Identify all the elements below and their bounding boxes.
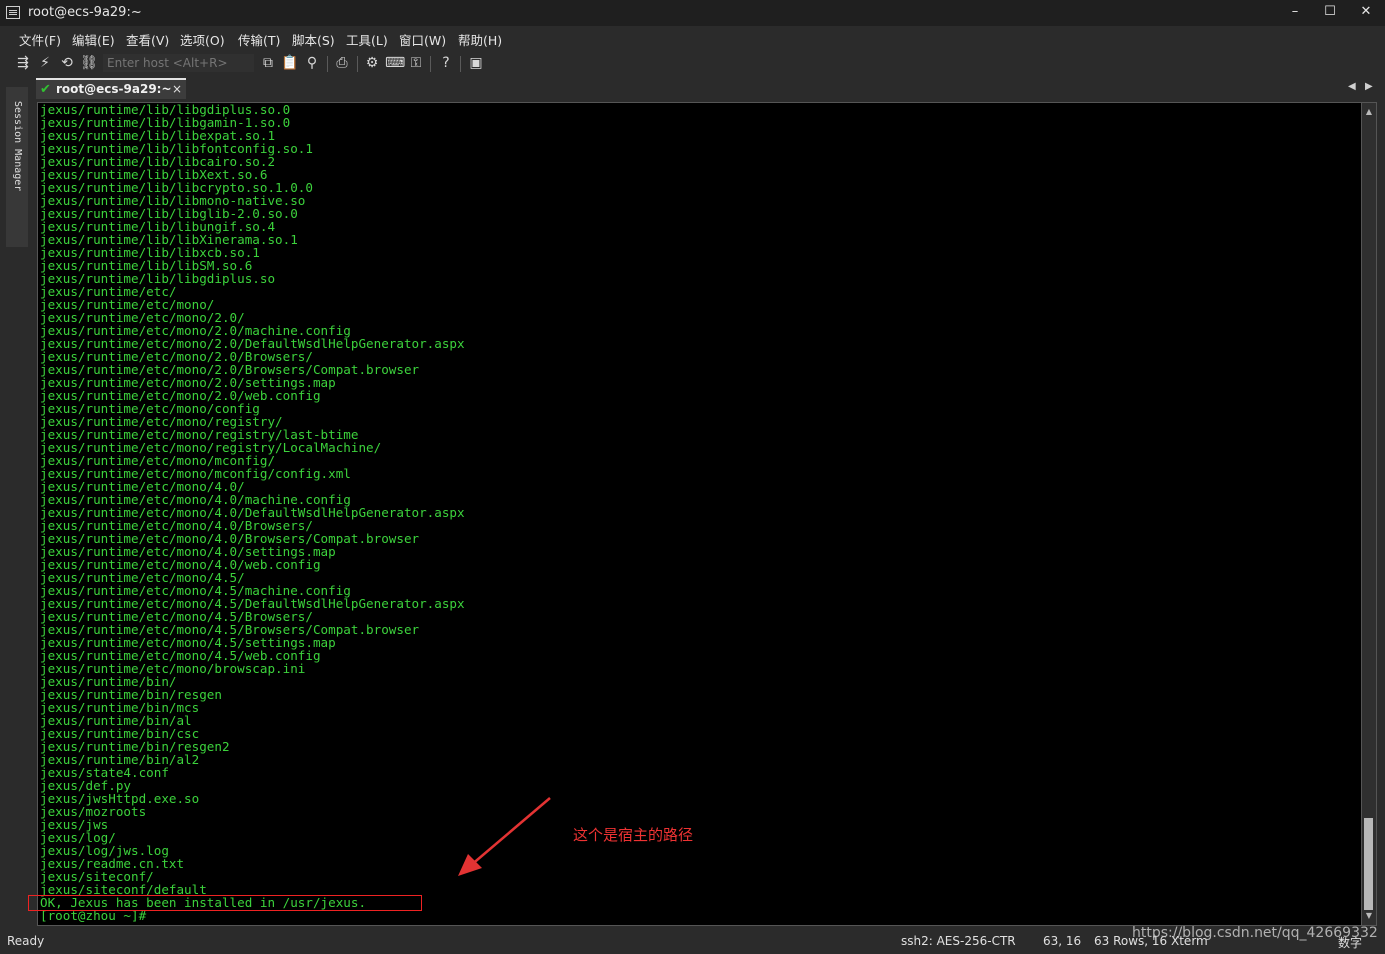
tab-session[interactable]: ✔ root@ecs-9a29:~ × xyxy=(36,78,186,99)
connect-icon[interactable]: ⇶ xyxy=(14,54,32,72)
toolbar-separator xyxy=(357,56,358,72)
status-ready: Ready xyxy=(7,934,45,948)
menu-file[interactable]: 文件(F) xyxy=(19,30,61,49)
menu-options[interactable]: 选项(O) xyxy=(180,30,225,49)
host-input[interactable] xyxy=(103,54,254,72)
terminal-lines: jexus/runtime/lib/libgdiplus.so.0 jexus/r… xyxy=(40,103,465,922)
scroll-up-icon[interactable]: ▲ xyxy=(1362,107,1376,116)
menu-window[interactable]: 窗口(W) xyxy=(399,30,446,49)
highlight-box xyxy=(28,895,422,911)
status-cursor-position: 63, 16 xyxy=(1043,934,1082,948)
app-icon[interactable] xyxy=(6,6,20,19)
minimize-button[interactable]: – xyxy=(1285,4,1305,20)
menu-script[interactable]: 脚本(S) xyxy=(292,30,335,49)
annotation-text: 这个是宿主的路径 xyxy=(573,826,694,844)
tab-close-icon[interactable]: × xyxy=(172,82,182,96)
status-bar: Ready ssh2: AES-256-CTR 63, 16 63 Rows, … xyxy=(0,925,1385,954)
keyboard-icon[interactable]: ⌨ xyxy=(385,54,405,72)
toolbar-separator xyxy=(430,56,431,72)
tab-bar: ✔ root@ecs-9a29:~ × ◀ ▶ xyxy=(34,77,1385,100)
find-icon[interactable]: ⚲ xyxy=(303,54,321,72)
menu-help[interactable]: 帮助(H) xyxy=(458,30,502,49)
help-icon[interactable]: ? xyxy=(437,54,455,72)
menu-transfer[interactable]: 传输(T) xyxy=(238,30,280,49)
watermark-text: https://blog.csdn.net/qq_42669332 xyxy=(1132,925,1378,941)
copy-icon[interactable]: ⧉ xyxy=(259,54,277,72)
paste-icon[interactable]: 📋 xyxy=(281,54,299,72)
session-manager-tab[interactable]: Session Manager xyxy=(6,87,28,247)
key-icon[interactable]: ⚿ xyxy=(407,54,425,72)
session-manager-label: Session Manager xyxy=(12,101,23,192)
annotation-arrow-icon xyxy=(458,797,551,876)
terminal-output[interactable]: jexus/runtime/lib/libgdiplus.so.0 jexus/r… xyxy=(37,102,1362,926)
tab-scroll-left-icon[interactable]: ◀ xyxy=(1348,81,1356,92)
toolbar-separator xyxy=(460,56,461,72)
quick-connect-icon[interactable]: ⚡ xyxy=(36,54,54,72)
settings-gear-icon[interactable]: ⚙ xyxy=(363,54,381,72)
maximize-button[interactable]: ☐ xyxy=(1320,4,1340,20)
menu-edit[interactable]: 编辑(E) xyxy=(72,30,115,49)
scrollbar-thumb[interactable] xyxy=(1364,818,1373,910)
status-cipher: ssh2: AES-256-CTR xyxy=(901,934,1016,948)
window-title: root@ecs-9a29:~ xyxy=(28,5,142,20)
menu-tools[interactable]: 工具(L) xyxy=(346,30,388,49)
toolbar-separator xyxy=(327,56,328,72)
close-button[interactable]: ✕ xyxy=(1356,4,1376,20)
print-icon[interactable]: ⎙ xyxy=(333,54,351,72)
session-manager-sidebar: Session Manager xyxy=(0,77,34,930)
scroll-down-icon[interactable]: ▼ xyxy=(1362,911,1376,920)
link-icon[interactable]: ⛓ xyxy=(80,54,98,72)
tab-scroll-right-icon[interactable]: ▶ xyxy=(1365,81,1373,92)
menu-bar: 文件(F) 编辑(E) 查看(V) 选项(O) 传输(T) 脚本(S) 工具(L… xyxy=(0,26,1385,50)
title-bar: root@ecs-9a29:~ – ☐ ✕ xyxy=(0,0,1385,26)
connected-check-icon: ✔ xyxy=(40,82,51,97)
tab-label: root@ecs-9a29:~ xyxy=(56,82,172,96)
menu-view[interactable]: 查看(V) xyxy=(126,30,169,49)
reconnect-icon[interactable]: ⟲ xyxy=(58,54,76,72)
screen-icon[interactable]: ▣ xyxy=(467,54,485,72)
terminal-scrollbar[interactable]: ▲ ▼ xyxy=(1361,102,1377,926)
